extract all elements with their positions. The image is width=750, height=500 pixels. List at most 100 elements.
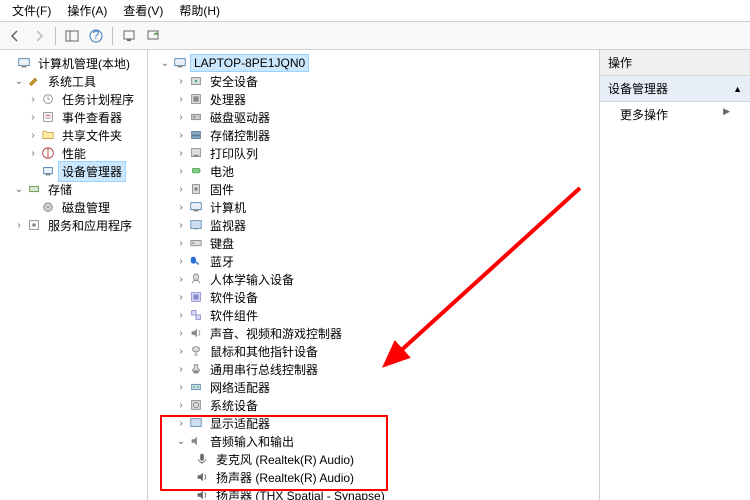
chevron-right-icon[interactable]: › xyxy=(174,76,188,87)
node-systools[interactable]: ⌄系统工具 xyxy=(2,72,145,90)
mic-icon xyxy=(194,451,210,467)
device-category[interactable]: › 固件 xyxy=(150,180,597,198)
label: 蓝牙 xyxy=(207,252,237,271)
scan-button[interactable] xyxy=(118,25,140,47)
node-computer-mgmt[interactable]: 计算机管理(本地) xyxy=(2,54,145,72)
device-category[interactable]: › 计算机 xyxy=(150,198,597,216)
chevron-down-icon[interactable]: ⌄ xyxy=(158,58,172,69)
chevron-right-icon[interactable]: › xyxy=(174,364,188,375)
middle-panel: ⌄LAPTOP-8PE1JQN0 ›安全设备›处理器›磁盘驱动器›存储控制器›打… xyxy=(148,50,600,500)
device-category[interactable]: ›安全设备 xyxy=(150,72,597,90)
menubar: 文件(F) 操作(A) 查看(V) 帮助(H) xyxy=(0,0,750,22)
device-category[interactable]: › 声音、视频和游戏控制器 xyxy=(150,324,597,342)
device-icon xyxy=(188,73,204,89)
chevron-right-icon[interactable]: › xyxy=(174,94,188,105)
chevron-right-icon[interactable]: › xyxy=(174,310,188,321)
chevron-down-icon[interactable]: ⌄ xyxy=(174,436,188,447)
chevron-right-icon[interactable]: › xyxy=(174,184,188,195)
menu-file[interactable]: 文件(F) xyxy=(4,0,59,21)
chevron-right-icon[interactable]: › xyxy=(174,346,188,357)
chevron-right-icon[interactable]: › xyxy=(174,220,188,231)
node-computer[interactable]: ⌄LAPTOP-8PE1JQN0 xyxy=(150,54,597,72)
device-category[interactable]: ›键盘 xyxy=(150,234,597,252)
label: 处理器 xyxy=(207,90,249,109)
chevron-right-icon[interactable]: › xyxy=(174,400,188,411)
label: 声音、视频和游戏控制器 xyxy=(207,324,345,343)
label: 设备管理器 xyxy=(608,80,668,97)
device-category[interactable]: ›通用串行总线控制器 xyxy=(150,360,597,378)
chevron-right-icon[interactable]: › xyxy=(26,148,40,159)
device-category[interactable]: ›人体学输入设备 xyxy=(150,270,597,288)
node-microphone[interactable]: 麦克风 (Realtek(R) Audio) xyxy=(150,450,597,468)
device-category[interactable]: › 电池 xyxy=(150,162,597,180)
chevron-right-icon[interactable]: › xyxy=(174,382,188,393)
device-category[interactable]: › 鼠标和其他指针设备 xyxy=(150,342,597,360)
node-disk-mgmt[interactable]: 磁盘管理 xyxy=(2,198,145,216)
node-shared-folders[interactable]: ›共享文件夹 xyxy=(2,126,145,144)
device-category[interactable]: › 处理器 xyxy=(150,90,597,108)
chevron-down-icon[interactable]: ⌄ xyxy=(12,76,26,87)
node-speaker-thx[interactable]: 扬声器 (THX Spatial - Synapse) xyxy=(150,486,597,500)
device-category[interactable]: ›软件设备 xyxy=(150,288,597,306)
node-task-scheduler[interactable]: › 任务计划程序 xyxy=(2,90,145,108)
device-category[interactable]: ›打印队列 xyxy=(150,144,597,162)
device-icon xyxy=(188,289,204,305)
node-performance[interactable]: ›性能 xyxy=(2,144,145,162)
forward-button[interactable] xyxy=(28,25,50,47)
chevron-right-icon[interactable]: › xyxy=(174,112,188,123)
chevron-right-icon[interactable]: › xyxy=(26,94,40,105)
label: 鼠标和其他指针设备 xyxy=(207,342,321,361)
device-category[interactable]: ›监视器 xyxy=(150,216,597,234)
chevron-right-icon[interactable]: › xyxy=(174,148,188,159)
more-actions[interactable]: 更多操作▶ xyxy=(600,102,750,127)
node-device-manager[interactable]: 设备管理器 xyxy=(2,162,145,180)
actions-group[interactable]: 设备管理器▲ xyxy=(600,76,750,102)
label: 扬声器 (Realtek(R) Audio) xyxy=(213,468,357,487)
device-mgr-icon xyxy=(40,163,56,179)
menu-action[interactable]: 操作(A) xyxy=(59,0,115,21)
chevron-right-icon[interactable]: › xyxy=(174,328,188,339)
node-speaker-realtek[interactable]: 扬声器 (Realtek(R) Audio) xyxy=(150,468,597,486)
device-category[interactable]: ›软件组件 xyxy=(150,306,597,324)
menu-view[interactable]: 查看(V) xyxy=(115,0,171,21)
device-category[interactable]: › 蓝牙 xyxy=(150,252,597,270)
node-event-viewer[interactable]: ›事件查看器 xyxy=(2,108,145,126)
chevron-down-icon[interactable]: ⌄ xyxy=(12,184,26,195)
chevron-right-icon[interactable]: › xyxy=(26,112,40,123)
node-audio[interactable]: ⌄音频输入和输出 xyxy=(150,432,597,450)
label: 计算机管理(本地) xyxy=(35,54,133,73)
chevron-right-icon[interactable]: › xyxy=(174,166,188,177)
label: 固件 xyxy=(207,180,237,199)
clock-icon xyxy=(40,91,56,107)
chevron-right-icon[interactable]: › xyxy=(174,202,188,213)
node-storage[interactable]: ⌄存储 xyxy=(2,180,145,198)
help-button[interactable]: ? xyxy=(85,25,107,47)
device-category[interactable]: ›系统设备 xyxy=(150,396,597,414)
device-category[interactable]: ›磁盘驱动器 xyxy=(150,108,597,126)
refresh-button[interactable] xyxy=(142,25,164,47)
node-services[interactable]: ›服务和应用程序 xyxy=(2,216,145,234)
chevron-right-icon[interactable]: › xyxy=(174,292,188,303)
menu-help[interactable]: 帮助(H) xyxy=(171,0,228,21)
device-category[interactable]: ›存储控制器 xyxy=(150,126,597,144)
chevron-right-icon[interactable]: › xyxy=(174,418,188,429)
device-category[interactable]: › 显示适配器 xyxy=(150,414,597,432)
device-icon xyxy=(188,199,204,215)
label: 计算机 xyxy=(207,198,249,217)
chevron-right-icon[interactable]: › xyxy=(174,130,188,141)
label: 麦克风 (Realtek(R) Audio) xyxy=(213,450,357,469)
chevron-right-icon[interactable]: › xyxy=(26,130,40,141)
chevron-right-icon[interactable]: › xyxy=(174,238,188,249)
chevron-right-icon[interactable]: › xyxy=(12,220,26,231)
chevron-right-icon[interactable]: › xyxy=(174,274,188,285)
label: 电池 xyxy=(207,162,237,181)
show-hide-button[interactable] xyxy=(61,25,83,47)
label: 显示适配器 xyxy=(207,414,273,433)
label: 设备管理器 xyxy=(59,162,125,181)
back-button[interactable] xyxy=(4,25,26,47)
device-category[interactable]: ›网络适配器 xyxy=(150,378,597,396)
label: 任务计划程序 xyxy=(59,90,137,109)
speaker-icon xyxy=(194,487,210,500)
chevron-right-icon[interactable]: › xyxy=(174,256,188,267)
label: 磁盘管理 xyxy=(59,198,113,217)
